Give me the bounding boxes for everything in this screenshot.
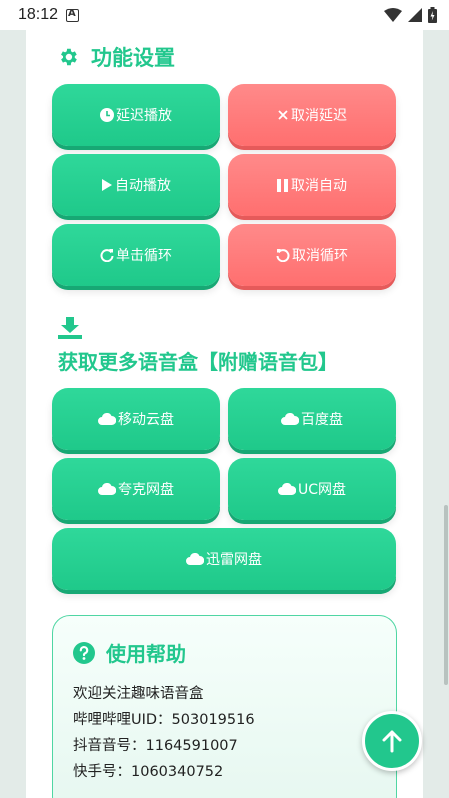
battery-icon (428, 7, 437, 23)
quark-pan-label: 夸克网盘 (118, 482, 174, 498)
settings-title-text: 功能设置 (91, 46, 175, 70)
x-icon (277, 109, 289, 121)
help-box: 使用帮助 欢迎关注趣味语音盒 哔哩哔哩UID：503019516 抖音音号：11… (52, 615, 397, 798)
quark-pan-button[interactable]: 夸克网盘 (52, 458, 220, 520)
mobile-cloud-label: 移动云盘 (118, 412, 174, 428)
cloud-icon (281, 413, 299, 425)
help-line-douyin: 抖音音号：1164591007 (73, 738, 238, 754)
redo-icon (100, 248, 114, 262)
cancel-delay-label: 取消延迟 (291, 108, 347, 124)
cloud-icon (98, 483, 116, 495)
uc-pan-button[interactable]: UC网盘 (228, 458, 396, 520)
help-line-kuaishou: 快手号：1060340752 (73, 764, 224, 780)
status-time: 18:12 (18, 6, 59, 23)
wifi-icon (384, 8, 402, 22)
xunlei-pan-label: 迅雷网盘 (206, 552, 262, 568)
help-title-text: 使用帮助 (106, 642, 186, 666)
cancel-loop-button[interactable]: 取消循环 (228, 224, 396, 286)
cloud-icon (98, 413, 116, 425)
single-loop-button[interactable]: 单击循环 (52, 224, 220, 286)
gear-icon (61, 48, 77, 66)
question-icon (73, 641, 95, 664)
cancel-delay-button[interactable]: 取消延迟 (228, 84, 396, 146)
uc-pan-label: UC网盘 (297, 482, 347, 498)
cloud-icon (277, 483, 296, 495)
notification-a-icon (66, 8, 80, 22)
auto-play-button[interactable]: 自动播放 (52, 154, 220, 216)
pause-icon (277, 178, 289, 192)
back-to-top-button[interactable] (362, 711, 422, 771)
cancel-auto-button[interactable]: 取消自动 (228, 154, 396, 216)
download-section-title: 获取更多语音盒【附赠语音包】 (58, 346, 338, 375)
help-line-bilibili: 哔哩哔哩UID：503019516 (73, 712, 255, 728)
undo-icon (276, 248, 290, 262)
arrow-up-icon (382, 730, 402, 753)
delay-play-button[interactable]: 延迟播放 (52, 84, 220, 146)
auto-play-label: 自动播放 (115, 178, 171, 194)
baidu-pan-label: 百度盘 (301, 412, 343, 428)
mobile-cloud-button[interactable]: 移动云盘 (52, 388, 220, 450)
single-loop-label: 单击循环 (116, 248, 172, 264)
help-title: 使用帮助 (73, 638, 376, 667)
scrollbar[interactable] (444, 505, 448, 685)
signal-icon (408, 8, 422, 22)
status-bar: 18:12 (0, 0, 449, 30)
clock-icon (100, 108, 114, 122)
baidu-pan-button[interactable]: 百度盘 (228, 388, 396, 450)
status-icons (384, 7, 437, 23)
cancel-loop-label: 取消循环 (292, 248, 348, 264)
download-title-text: 获取更多语音盒【附赠语音包】 (58, 350, 338, 374)
delay-play-label: 延迟播放 (116, 108, 172, 124)
cancel-auto-label: 取消自动 (291, 178, 347, 194)
help-line-welcome: 欢迎关注趣味语音盒 (73, 686, 204, 702)
download-icon (58, 317, 82, 339)
xunlei-pan-button[interactable]: 迅雷网盘 (52, 528, 396, 590)
play-icon (101, 178, 113, 192)
settings-section-title: 功能设置 (57, 42, 175, 72)
cloud-icon (186, 553, 204, 565)
